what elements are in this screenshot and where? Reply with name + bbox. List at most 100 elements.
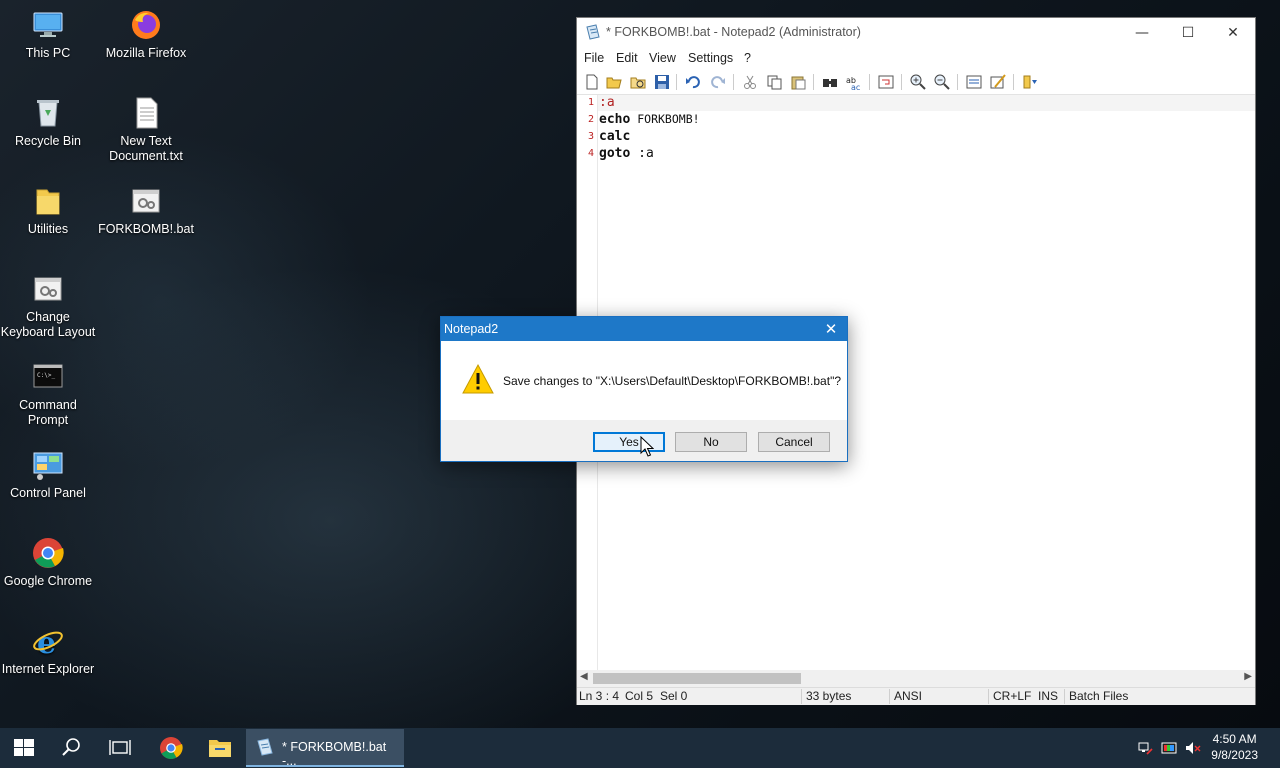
status-encoding[interactable]: ANSI (894, 689, 922, 703)
status-line-ending[interactable]: CR+LF (993, 689, 1031, 703)
save-icon[interactable] (653, 73, 671, 91)
line-number: 4 (587, 148, 594, 159)
notepad-taskbar-icon (257, 738, 273, 756)
scroll-right-icon[interactable]: ▶ (1244, 671, 1252, 682)
zoom-in-icon[interactable] (909, 73, 927, 91)
close-button[interactable]: ✕ (1210, 18, 1256, 48)
chrome-icon (33, 538, 64, 568)
scroll-left-icon[interactable]: ◀ (580, 671, 588, 682)
desktop-icon-label: Google Chrome (3, 574, 93, 588)
code-line: goto :a (599, 146, 654, 161)
status-lexer[interactable]: Batch Files (1069, 689, 1128, 703)
warning-icon (462, 363, 494, 394)
batch-file-icon (34, 277, 62, 301)
toolbar-separator (869, 74, 870, 90)
undo-icon[interactable] (684, 73, 702, 91)
desktop-icon-label: New Text Document.txt (109, 134, 183, 163)
maximize-button[interactable]: ☐ (1165, 18, 1211, 48)
favorites-icon[interactable] (1021, 73, 1039, 91)
customize-scheme-icon[interactable] (989, 73, 1007, 91)
toolbar: ab ac (577, 70, 1255, 95)
desktop-icon-utilities[interactable]: Utilities (0, 184, 96, 237)
desktop-icon-this-pc[interactable]: This PC (0, 8, 96, 61)
minimize-button[interactable]: — (1119, 18, 1165, 48)
toolbar-separator (676, 74, 677, 90)
desktop-icon-control-panel[interactable]: Control Panel (0, 448, 96, 501)
find-icon[interactable] (821, 73, 839, 91)
dialog-close-button[interactable]: ✕ (819, 317, 843, 341)
recycle-bin-icon (37, 100, 59, 127)
status-separator (988, 689, 989, 704)
desktop-icon-label: Command Prompt (19, 398, 77, 427)
new-file-icon[interactable] (583, 73, 601, 91)
clock-time: 4:50 AM (1212, 732, 1257, 746)
horizontal-scrollbar[interactable]: ◀ ▶ (577, 670, 1255, 687)
redo-icon[interactable] (709, 73, 727, 91)
toolbar-separator (901, 74, 902, 90)
window-title: * FORKBOMB!.bat - Notepad2 (Administrato… (606, 25, 861, 39)
mouse-cursor-icon (640, 436, 654, 457)
desktop-icon-new-text-document[interactable]: New Text Document.txt (98, 96, 194, 164)
desktop-icon-forkbomb-bat[interactable]: FORKBOMB!.bat (98, 184, 194, 237)
browse-icon[interactable] (629, 73, 647, 91)
notepad-titlebar[interactable]: * FORKBOMB!.bat - Notepad2 (Administrato… (577, 18, 1255, 48)
desktop-icon-label: Mozilla Firefox (105, 46, 187, 60)
cut-icon[interactable] (741, 73, 759, 91)
desktop-icon-google-chrome[interactable]: Google Chrome (0, 536, 96, 589)
taskbar-notepad-button[interactable]: * FORKBOMB!.bat -... (246, 729, 404, 768)
toolbar-separator (813, 74, 814, 90)
taskbar-clock[interactable]: 4:50 AM 9/8/2023 (1211, 731, 1258, 763)
status-selection: Sel 0 (660, 689, 688, 703)
word-wrap-icon[interactable] (877, 73, 895, 91)
current-line-highlight (598, 95, 1255, 111)
menu-bar: File Edit View Settings ? (577, 48, 1255, 70)
status-bar: Ln 3 : 4 Col 5 Sel 0 33 bytes ANSI CR+LF… (577, 687, 1255, 705)
menu-help[interactable]: ? (744, 51, 751, 65)
menu-settings[interactable]: Settings (688, 51, 733, 65)
desktop-icon-internet-explorer[interactable]: e Internet Explorer (0, 624, 96, 677)
status-insert-mode: INS (1038, 689, 1059, 703)
desktop-icon-label: Internet Explorer (1, 662, 95, 676)
no-button[interactable]: No (675, 432, 747, 452)
notepad-app-icon (586, 24, 600, 40)
search-icon[interactable] (48, 728, 96, 768)
zoom-out-icon[interactable] (933, 73, 951, 91)
line-number: 2 (587, 114, 594, 125)
desktop-icon-firefox[interactable]: Mozilla Firefox (98, 8, 194, 61)
toolbar-separator (957, 74, 958, 90)
scheme-icon[interactable] (965, 73, 983, 91)
text-token: FORKBOMB! (630, 112, 700, 126)
desktop-icon-command-prompt[interactable]: C:\>_ Command Prompt (0, 360, 96, 428)
menu-edit[interactable]: Edit (616, 51, 638, 65)
keyword-token: calc (599, 129, 631, 144)
menu-view[interactable]: View (649, 51, 676, 65)
start-button[interactable] (0, 728, 48, 768)
volume-muted-icon[interactable] (1185, 740, 1201, 756)
open-folder-icon[interactable] (605, 73, 623, 91)
paste-icon[interactable] (789, 73, 807, 91)
chrome-taskbar-icon[interactable] (147, 728, 195, 768)
desktop-icon-label: Recycle Bin (15, 134, 81, 148)
file-explorer-icon[interactable] (196, 728, 244, 768)
dialog-title: Notepad2 (444, 322, 499, 336)
desktop-icon-change-keyboard-layout[interactable]: Change Keyboard Layout (0, 272, 96, 340)
copy-icon[interactable] (765, 73, 783, 91)
dialog-titlebar[interactable]: Notepad2 ✕ (441, 317, 847, 341)
desktop-icon-label: This PC (25, 46, 71, 60)
yes-button[interactable]: Yes (593, 432, 665, 452)
network-icon[interactable] (1137, 740, 1153, 756)
line-number: 1 (587, 97, 594, 108)
dialog-body: Save changes to "X:\Users\Default\Deskto… (441, 341, 847, 420)
menu-file[interactable]: File (584, 51, 604, 65)
control-panel-icon (33, 452, 63, 480)
taskbar: * FORKBOMB!.bat -... 4:50 AM 9/8/2023 (0, 728, 1280, 768)
taskbar-notepad-label: * FORKBOMB!.bat -... (282, 740, 387, 768)
cancel-button[interactable]: Cancel (758, 432, 830, 452)
desktop-icon-recycle-bin[interactable]: Recycle Bin (0, 96, 96, 149)
display-settings-icon[interactable] (1161, 740, 1177, 756)
label-token: :a (599, 95, 615, 110)
scrollbar-thumb[interactable] (593, 673, 801, 684)
replace-icon[interactable]: abac (845, 73, 863, 91)
code-line: calc (599, 129, 630, 144)
task-view-icon[interactable] (96, 728, 144, 768)
